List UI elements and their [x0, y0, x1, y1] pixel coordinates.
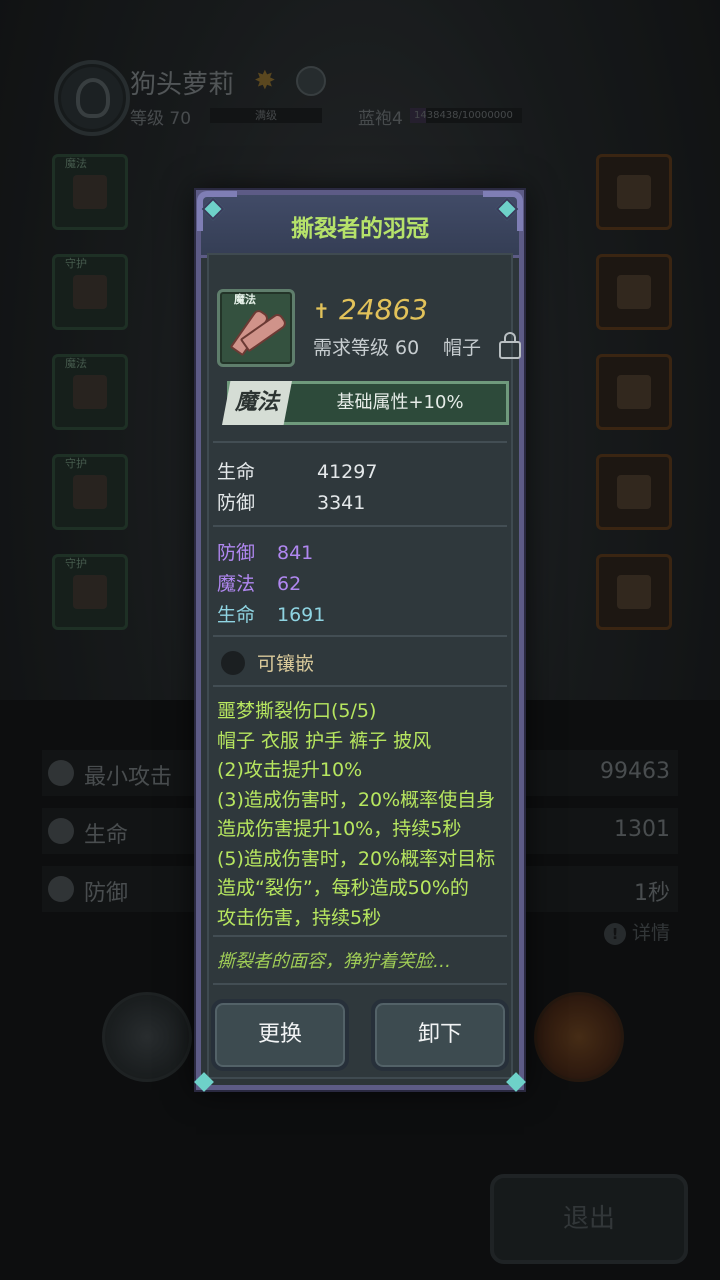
level-requirement: 需求等级 60 — [313, 337, 420, 359]
rarity-text: 基础属性+10% — [336, 392, 464, 413]
bonus-attr-defense: 防御 841 — [217, 538, 313, 565]
set-line: (3)造成伤害时，20%概率使自身 — [217, 788, 496, 811]
lock-icon[interactable] — [499, 332, 521, 359]
attr-value: 3341 — [317, 492, 366, 514]
attr-value: 1691 — [277, 604, 326, 626]
attr-name: 生命 — [217, 461, 256, 483]
attr-value: 841 — [277, 542, 314, 564]
bonus-attr-hp: 生命 1691 — [217, 600, 325, 627]
set-line: (5)造成伤害时，20%概率对目标 — [217, 847, 496, 870]
set-line: 造成“裂伤”，每秒造成50%的 — [217, 877, 469, 899]
attr-name: 生命 — [217, 604, 256, 626]
divider — [213, 983, 507, 985]
set-line: (2)攻击提升10% — [217, 759, 363, 781]
divider — [213, 441, 507, 443]
unequip-button[interactable]: 卸下 — [371, 999, 509, 1071]
set-line: 噩梦撕裂伤口(5/5) — [217, 700, 377, 722]
item-icon: 魔法 — [217, 289, 295, 367]
divider — [213, 635, 507, 637]
power-icon: ✝ — [313, 299, 330, 323]
replace-button[interactable]: 更换 — [211, 999, 349, 1071]
item-detail-popup: 撕裂者的羽冠 魔法 ✝ 24863 需求等级 60 帽子 魔法 基础属性+10%… — [194, 190, 526, 1092]
item-tag: 魔法 — [234, 293, 256, 306]
divider — [213, 525, 507, 527]
slot-type: 帽子 — [443, 337, 482, 359]
set-line: 攻击伤害，持续5秒 — [217, 906, 382, 929]
rarity-badge: 魔法 — [222, 381, 292, 425]
attr-name: 防御 — [217, 542, 256, 564]
socket-label: 可镶嵌 — [257, 653, 315, 675]
attr-name: 魔法 — [217, 573, 256, 595]
popup-title-bar: 撕裂者的羽冠 — [197, 191, 523, 258]
rarity-band: 魔法 基础属性+10% — [222, 381, 509, 425]
divider — [213, 935, 507, 937]
set-line: 造成伤害提升10%，持续5秒 — [217, 818, 462, 840]
bonus-attr-magic: 魔法 62 — [217, 569, 301, 596]
set-line: 帽子 衣服 护手 裤子 披风 — [217, 729, 432, 752]
flavor-text: 撕裂者的面容，狰狞着笑脸… — [217, 951, 451, 972]
attr-value: 41297 — [317, 461, 378, 483]
attr-value: 62 — [277, 573, 302, 595]
set-bonus-text: 噩梦撕裂伤口(5/5) 帽子 衣服 护手 裤子 披风 (2)攻击提升10% (3… — [217, 697, 509, 933]
popup-title: 撕裂者的羽冠 — [291, 216, 429, 242]
socket-icon — [221, 651, 245, 675]
divider — [213, 685, 507, 687]
base-attr-hp: 生命 41297 — [217, 457, 377, 484]
attr-name: 防御 — [217, 492, 256, 514]
base-attr-defense: 防御 3341 — [217, 488, 365, 515]
power-value: 24863 — [339, 293, 429, 326]
